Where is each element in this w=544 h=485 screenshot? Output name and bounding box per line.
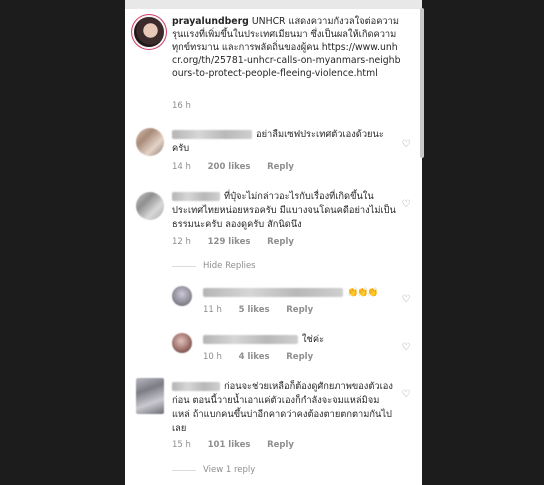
blurred-username[interactable] (172, 382, 220, 391)
comment-time: 12 h (172, 237, 191, 247)
reply-1: 👏👏👏 (203, 286, 393, 300)
view-replies-button[interactable]: View 1 reply (203, 465, 255, 475)
comments-panel: prayalundberg UNHCR แสดงความกังวลใจต่อคว… (125, 0, 422, 485)
post-username[interactable]: prayalundberg (172, 16, 249, 27)
comment-time: 14 h (172, 162, 191, 172)
hide-replies-button[interactable]: Hide Replies (203, 261, 256, 271)
comment-3: ก่อนจะช่วยเหลือก็ต้องดูศักยภาพของตัวเองก… (172, 380, 397, 436)
reply-2: ใช่ค่ะ (203, 333, 393, 347)
reply-button[interactable]: Reply (286, 352, 313, 362)
reply-likes[interactable]: 5 likes (239, 305, 270, 315)
comment-meta: 12 h 129 likes Reply (172, 237, 294, 247)
reply-button[interactable]: Reply (286, 305, 313, 315)
post-caption: prayalundberg UNHCR แสดงความกังวลใจต่อคว… (172, 15, 402, 80)
heart-outline-icon[interactable]: ♡ (401, 295, 411, 305)
top-fade (125, 0, 422, 9)
commenter-avatar[interactable] (136, 378, 164, 414)
reply-time: 10 h (203, 352, 222, 362)
blurred-username[interactable] (172, 192, 220, 201)
heart-outline-icon[interactable]: ♡ (401, 140, 411, 150)
reply-button[interactable]: Reply (267, 440, 294, 450)
comment-1: อย่าลืมเซฟประเทศตัวเองด้วยนะครับ (172, 128, 397, 156)
comment-likes[interactable]: 200 likes (208, 162, 251, 172)
commenter-avatar[interactable] (136, 128, 164, 156)
reply-likes[interactable]: 4 likes (239, 352, 270, 362)
blurred-username[interactable] (203, 288, 343, 297)
clap-emoji: 👏👏👏 (347, 288, 379, 298)
reply-button[interactable]: Reply (267, 237, 294, 247)
comment-time: 15 h (172, 440, 191, 450)
replier-avatar[interactable] (172, 333, 192, 353)
heart-outline-icon[interactable]: ♡ (401, 390, 411, 400)
replies-divider (172, 266, 196, 267)
comment-2: ที่ปุ๋จะไม่กล่าวอะไรกับเรื่องที่เกิดขึ้น… (172, 190, 397, 232)
reply-meta: 11 h 5 likes Reply (203, 305, 313, 315)
reply-time: 11 h (203, 305, 222, 315)
heart-outline-icon[interactable]: ♡ (401, 343, 411, 353)
heart-outline-icon[interactable]: ♡ (401, 200, 411, 210)
reply-button[interactable]: Reply (267, 162, 294, 172)
post-author-avatar[interactable] (134, 17, 164, 47)
post-time: 16 h (172, 101, 191, 111)
comment-meta: 15 h 101 likes Reply (172, 440, 294, 450)
blurred-username[interactable] (203, 335, 298, 344)
reply-text: ใช่ค่ะ (302, 334, 325, 345)
comment-likes[interactable]: 101 likes (208, 440, 251, 450)
reply-meta: 10 h 4 likes Reply (203, 352, 313, 362)
replies-divider (172, 470, 196, 471)
comment-meta: 14 h 200 likes Reply (172, 162, 294, 172)
commenter-avatar[interactable] (136, 192, 164, 220)
blurred-username[interactable] (172, 130, 252, 139)
scrollbar[interactable] (420, 8, 424, 158)
replier-avatar[interactable] (172, 286, 192, 306)
comment-likes[interactable]: 129 likes (208, 237, 251, 247)
